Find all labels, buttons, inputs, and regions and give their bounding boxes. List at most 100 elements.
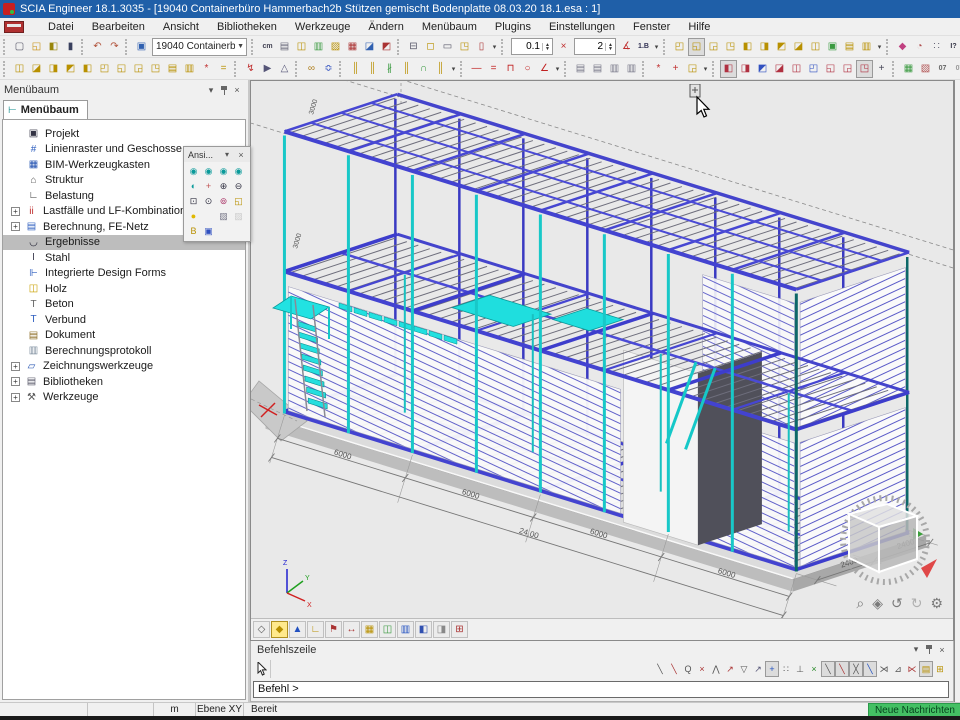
snap-cursor-icon[interactable]: + [765,661,779,677]
snap-line-icon[interactable]: ╲ [653,661,667,677]
paste-1-icon[interactable]: ▤ [572,60,589,78]
plate-cut-icon[interactable]: ◫ [788,60,805,78]
command-input[interactable] [253,681,949,698]
save-all-icon[interactable]: ◧ [45,38,62,56]
cut-entities-icon[interactable]: × [555,38,572,56]
cursor-step[interactable]: 0.1▲▼ [511,38,553,55]
xml-exchange-icon[interactable]: ▥ [310,38,327,56]
expand-icon[interactable]: + [11,393,20,402]
mesh-settings-icon[interactable]: ▦ [344,38,361,56]
navigation-cube[interactable] [825,482,945,592]
snap-circle-icon[interactable]: Q [681,661,695,677]
new-grid-dropdown[interactable]: ▾ [875,43,884,51]
new-frame-icon[interactable]: ▤ [841,38,858,56]
snap-gridpoint-icon[interactable]: ▽ [737,661,751,677]
new-opening-icon[interactable]: ◧ [739,38,756,56]
sidebar-item-beton[interactable]: TBeton [3,297,245,313]
view-parameters-icon[interactable]: ◪ [361,38,378,56]
move-member-icon[interactable]: ║ [364,60,381,78]
new-grid-icon[interactable]: ▥ [858,38,875,56]
draw-angle-dropdown[interactable]: ▾ [553,65,562,73]
open-project-icon[interactable]: ◱ [28,38,45,56]
view-image-disabled-icon[interactable]: ▨ [231,209,246,224]
show-axes-icon[interactable]: ▲ [289,621,306,638]
snap-vertex-icon[interactable]: ⋀ [709,661,723,677]
stretch-member-icon[interactable]: ║ [432,60,449,78]
new-truss-icon[interactable]: ◫ [807,38,824,56]
snap-off-icon[interactable]: × [695,661,709,677]
mirror-member-icon[interactable]: ∦ [381,60,398,78]
show-dimensions-icon[interactable]: ↔ [343,621,360,638]
draw-circle-icon[interactable]: ○ [519,60,536,78]
array-member-icon[interactable]: ║ [398,60,415,78]
grid-open-icon[interactable]: ▧ [917,60,934,78]
menu-item-ändern[interactable]: Ändern [359,19,412,35]
paste-2-icon[interactable]: ▤ [589,60,606,78]
menu-item-menübaum[interactable]: Menübaum [413,19,486,35]
expand-icon[interactable]: + [11,377,20,386]
stiffener-icon[interactable]: ◪ [771,60,788,78]
angle-snap-icon[interactable]: ∡ [618,38,635,56]
window-layout-icon[interactable]: ▣ [133,38,150,56]
new-arbitrary-icon[interactable]: ◪ [790,38,807,56]
snap-grid-icon[interactable]: ⊞ [933,661,947,677]
check-structure-data-icon[interactable]: ▤ [164,60,181,78]
show-mesh-icon[interactable]: ◫ [379,621,396,638]
print-preview-icon[interactable]: ◻ [422,38,439,56]
edit-cross-section-icon[interactable]: ◱ [113,60,130,78]
copy-member-icon[interactable]: ║ [347,60,364,78]
new-messages-badge[interactable]: Neue Nachrichten [868,703,960,717]
edit-support-icon[interactable]: ◩ [62,60,79,78]
link-members-icon[interactable]: ≎ [320,60,337,78]
sidebar-item-projekt[interactable]: ▣Projekt [3,126,245,142]
clean-icon[interactable]: = [215,60,232,78]
select-lasso-icon[interactable]: ↯ [242,60,259,78]
bolt-anchor-icon[interactable]: ◧ [720,60,737,78]
view-axo-icon[interactable]: ◉ [231,164,246,179]
stretch-member-dropdown[interactable]: ▾ [449,65,458,73]
expand-icon[interactable]: + [11,207,20,216]
sidebar-item-bibliotheken[interactable]: +▤Bibliotheken [3,374,245,390]
panel-menu-caret-icon[interactable]: ▾ [204,83,218,97]
sidebar-item-berechnungsprotokoll[interactable]: ▥Berechnungsprotokoll [3,343,245,359]
new-wall-icon[interactable]: ◳ [722,38,739,56]
new-beam-icon[interactable]: ◰ [671,38,688,56]
save-icon[interactable]: ▮ [62,38,79,56]
draw-parallel-icon[interactable]: = [485,60,502,78]
rotate-member-icon[interactable]: ∩ [415,60,432,78]
render-option-3-icon[interactable]: ⊞ [451,621,468,638]
expand-icon[interactable]: + [11,222,20,231]
view-rotate-icon[interactable]: ◐ [186,179,201,194]
zoom-tool-icon[interactable]: ⌕ [856,595,864,612]
view-settings-gear-icon[interactable]: ⚙ [930,595,943,612]
new-column-icon[interactable]: ◱ [688,38,705,56]
new-purlin-icon[interactable]: ▣ [824,38,841,56]
snap-green-check-icon[interactable]: × [807,661,821,677]
zoom-out-icon[interactable]: ⊖ [231,179,246,194]
snap-edge-2-icon[interactable]: ╲ [835,661,849,677]
zoom-window-icon[interactable]: ⊡ [186,194,201,209]
menu-item-fenster[interactable]: Fenster [624,19,679,35]
menu-item-datei[interactable]: Datei [39,19,83,35]
edit-node-icon[interactable]: ◨ [45,60,62,78]
select-cursor-icon[interactable]: ▶ [259,60,276,78]
draw-rectangle-icon[interactable]: ⊓ [502,60,519,78]
rendering-mode-icon[interactable]: ▣ [201,224,216,239]
new-haunch-icon[interactable]: ◩ [773,38,790,56]
connection-check-icon[interactable]: ◰ [805,60,822,78]
view-rendered-icon[interactable]: ◆ [271,621,288,638]
selection-cursor-icon[interactable] [253,660,271,678]
measure-info-icon[interactable]: I? [945,38,960,56]
layer-07-icon[interactable]: 07 [934,60,951,78]
panel-pin-icon[interactable] [218,84,230,97]
edit-load-icon[interactable]: ◰ [96,60,113,78]
palette-close-icon[interactable]: × [234,148,248,162]
intersect-icon[interactable]: + [667,60,684,78]
snap-edge-1-icon[interactable]: ╲ [821,661,835,677]
link-nodes-icon[interactable]: ∞ [303,60,320,78]
menu-item-bearbeiten[interactable]: Bearbeiten [83,19,154,35]
new-rib-icon[interactable]: ◨ [756,38,773,56]
explode-icon[interactable]: * [650,60,667,78]
sidebar-item-stahl[interactable]: IStahl [3,250,245,266]
renumber-icon[interactable]: ◳ [147,60,164,78]
